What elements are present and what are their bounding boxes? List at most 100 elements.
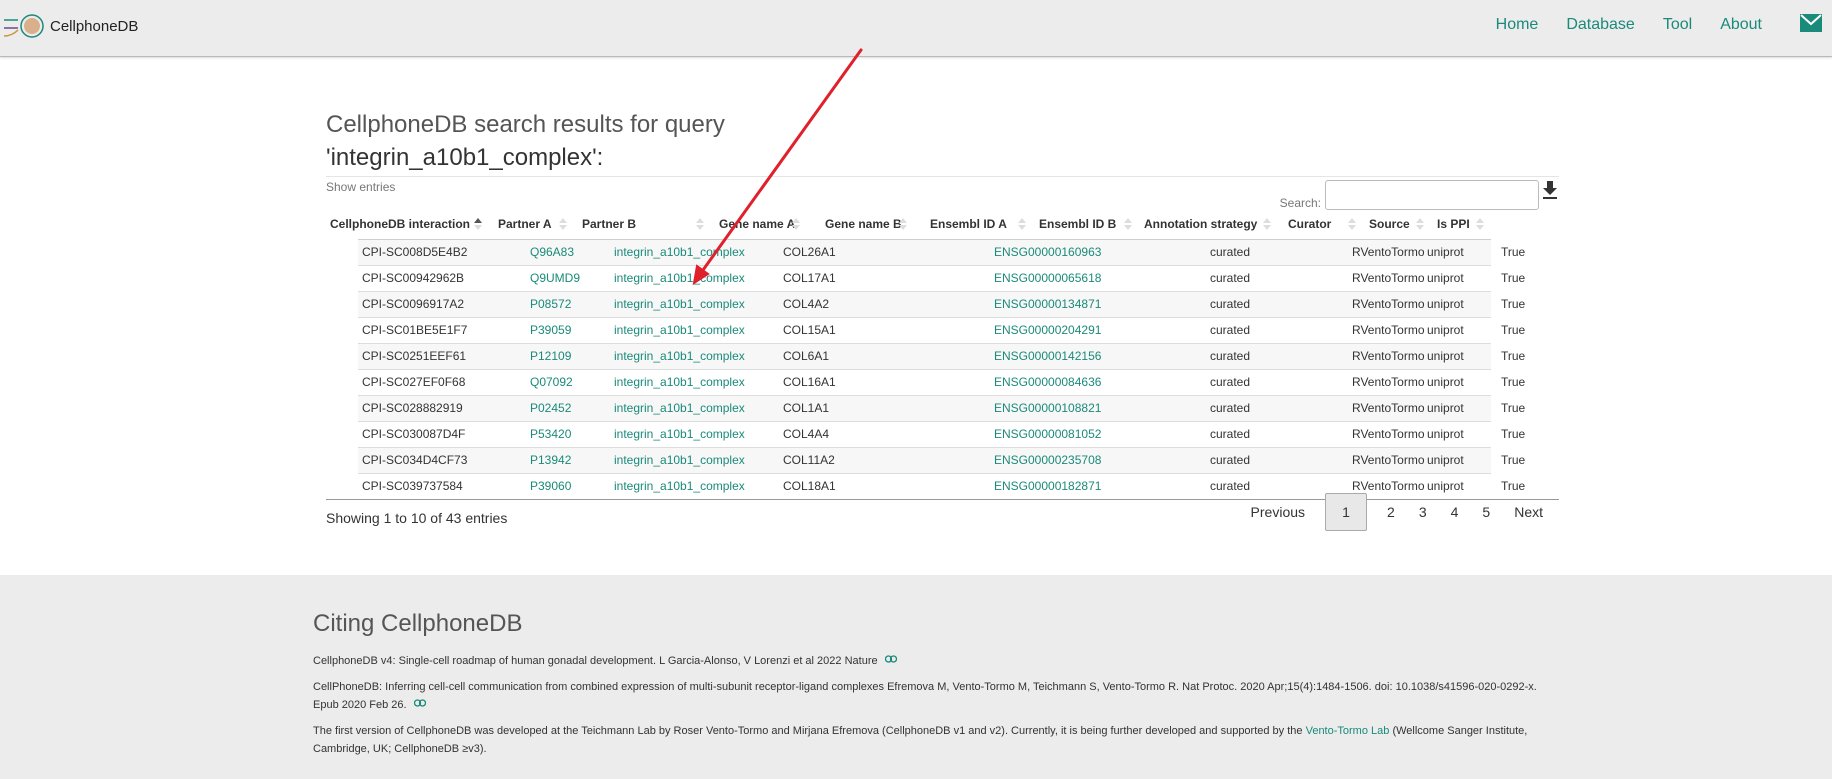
cell-partner-b[interactable]: integrin_a10b1_complex: [614, 479, 745, 493]
cell-strategy: curated: [1210, 375, 1251, 389]
col-header-ensembl-a[interactable]: Ensembl ID A: [930, 217, 1007, 231]
cell-strategy: curated: [1210, 297, 1251, 311]
pagination-page-5[interactable]: 5: [1482, 504, 1490, 520]
cell-ensembl-a[interactable]: ENSG00000235708: [994, 453, 1101, 467]
cell-ensembl-a[interactable]: ENSG00000081052: [994, 427, 1101, 441]
external-link-icon[interactable]: [413, 699, 426, 707]
history-text: The first version of CellphoneDB was dev…: [313, 725, 1303, 737]
cell-ensembl-a[interactable]: ENSG00000084636: [994, 375, 1101, 389]
col-header-gene-a[interactable]: Gene name A: [719, 217, 795, 231]
pagination-page-4[interactable]: 4: [1451, 504, 1459, 520]
col-header-ensembl-b[interactable]: Ensembl ID B: [1039, 217, 1116, 231]
navbar: CellphoneDB Home Database Tool About: [0, 0, 1832, 57]
cell-ensembl-a[interactable]: ENSG00000204291: [994, 323, 1101, 337]
show-entries-label[interactable]: Show entries: [326, 180, 395, 194]
pagination-page-2[interactable]: 2: [1387, 504, 1395, 520]
vento-tormo-lab-link[interactable]: Vento-Tormo Lab: [1306, 725, 1390, 737]
cell-ensembl-a[interactable]: ENSG00000182871: [994, 479, 1101, 493]
sort-icon[interactable]: [1263, 217, 1271, 231]
pagination-previous[interactable]: Previous: [1251, 504, 1305, 520]
external-link-icon[interactable]: [884, 655, 897, 663]
cell-partner-b[interactable]: integrin_a10b1_complex: [614, 297, 745, 311]
cell-ensembl-a[interactable]: ENSG00000160963: [994, 245, 1101, 259]
cell-partner-a[interactable]: P02452: [530, 401, 571, 415]
cell-gene-a: COL15A1: [783, 323, 836, 337]
cell-strategy: curated: [1210, 349, 1251, 363]
sort-icon[interactable]: [792, 217, 800, 231]
cell-partner-a[interactable]: P39059: [530, 323, 571, 337]
sort-asc-icon[interactable]: [474, 217, 482, 231]
sort-icon[interactable]: [696, 217, 704, 231]
brand[interactable]: CellphoneDB: [2, 6, 138, 46]
download-icon[interactable]: [1541, 180, 1559, 200]
cell-partner-a[interactable]: P39060: [530, 479, 571, 493]
cell-partner-a[interactable]: P12109: [530, 349, 571, 363]
cell-ensembl-a[interactable]: ENSG00000065618: [994, 271, 1101, 285]
sort-icon[interactable]: [559, 217, 567, 231]
table-info: Showing 1 to 10 of 43 entries: [326, 510, 508, 526]
col-header-annotation-strategy[interactable]: Annotation strategy: [1144, 217, 1257, 231]
sort-icon[interactable]: [1018, 217, 1026, 231]
cell-is-ppi: True: [1501, 323, 1526, 337]
cell-ensembl-a[interactable]: ENSG00000142156: [994, 349, 1101, 363]
nav-about[interactable]: About: [1720, 16, 1762, 34]
cell-partner-a[interactable]: Q9UMD9: [530, 271, 580, 285]
sort-icon[interactable]: [1124, 217, 1132, 231]
cell-source: uniprot: [1427, 453, 1464, 467]
pagination-page-1[interactable]: 1: [1325, 493, 1368, 531]
cell-curator: RVentoTormo: [1352, 375, 1425, 389]
cell-partner-a[interactable]: P13942: [530, 453, 571, 467]
col-header-partner-a[interactable]: Partner A: [498, 217, 552, 231]
col-header-source[interactable]: Source: [1369, 217, 1410, 231]
cell-partner-a[interactable]: P53420: [530, 427, 571, 441]
pagination-next[interactable]: Next: [1514, 504, 1543, 520]
cell-is-ppi: True: [1501, 349, 1526, 363]
cell-partner-b[interactable]: integrin_a10b1_complex: [614, 323, 745, 337]
nav-tool[interactable]: Tool: [1663, 16, 1692, 34]
cell-source: uniprot: [1427, 245, 1464, 259]
cell-partner-b[interactable]: integrin_a10b1_complex: [614, 427, 745, 441]
cell-strategy: curated: [1210, 453, 1251, 467]
cell-ensembl-a[interactable]: ENSG00000134871: [994, 297, 1101, 311]
sort-icon[interactable]: [1476, 217, 1484, 231]
cell-is-ppi: True: [1501, 245, 1526, 259]
cell-curator: RVentoTormo: [1352, 349, 1425, 363]
cell-partner-b[interactable]: integrin_a10b1_complex: [614, 271, 745, 285]
cell-interaction: CPI-SC0096917A2: [362, 297, 465, 311]
cell-curator: RVentoTormo: [1352, 427, 1425, 441]
cell-interaction: CPI-SC0251EEF61: [362, 349, 467, 363]
col-header-curator[interactable]: Curator: [1288, 217, 1331, 231]
col-header-is-ppi[interactable]: Is PPI: [1437, 217, 1470, 231]
table-row: CPI-SC01BE5E1F7 P39059 integrin_a10b1_co…: [358, 318, 1525, 344]
cell-partner-a[interactable]: Q96A83: [530, 245, 574, 259]
search-results-section: CellphoneDB search results for query 'in…: [326, 100, 1559, 531]
cell-partner-b[interactable]: integrin_a10b1_complex: [614, 401, 745, 415]
citation-v4-text: CellphoneDB v4: Single-cell roadmap of h…: [313, 655, 878, 667]
nav-home[interactable]: Home: [1496, 16, 1539, 34]
sort-icon[interactable]: [899, 217, 907, 231]
table-row: CPI-SC028882919 P02452 integrin_a10b1_co…: [358, 396, 1525, 422]
pagination: Previous 1 2 3 4 5 Next: [1227, 492, 1559, 532]
cell-partner-a[interactable]: Q07092: [530, 375, 573, 389]
cell-partner-b[interactable]: integrin_a10b1_complex: [614, 375, 745, 389]
cell-partner-a[interactable]: P08572: [530, 297, 571, 311]
sort-icon[interactable]: [1348, 217, 1356, 231]
cell-ensembl-a[interactable]: ENSG00000108821: [994, 401, 1101, 415]
cell-interaction: CPI-SC034D4CF73: [362, 453, 468, 467]
cell-curator: RVentoTormo: [1352, 401, 1425, 415]
col-header-partner-b[interactable]: Partner B: [582, 217, 636, 231]
cell-partner-b[interactable]: integrin_a10b1_complex: [614, 245, 745, 259]
cell-partner-b[interactable]: integrin_a10b1_complex: [614, 349, 745, 363]
search-input[interactable]: [1325, 180, 1539, 210]
sort-icon[interactable]: [1416, 217, 1424, 231]
cell-source: uniprot: [1427, 271, 1464, 285]
table-header: CellphoneDB interaction Partner A Partne…: [326, 213, 1559, 239]
col-header-gene-b[interactable]: Gene name B: [825, 217, 902, 231]
pagination-page-3[interactable]: 3: [1419, 504, 1427, 520]
cell-source: uniprot: [1427, 349, 1464, 363]
cell-interaction: CPI-SC039737584: [362, 479, 463, 493]
col-header-interaction[interactable]: CellphoneDB interaction: [330, 217, 470, 231]
nav-database[interactable]: Database: [1566, 16, 1635, 34]
mail-icon[interactable]: [1800, 14, 1822, 32]
cell-partner-b[interactable]: integrin_a10b1_complex: [614, 453, 745, 467]
